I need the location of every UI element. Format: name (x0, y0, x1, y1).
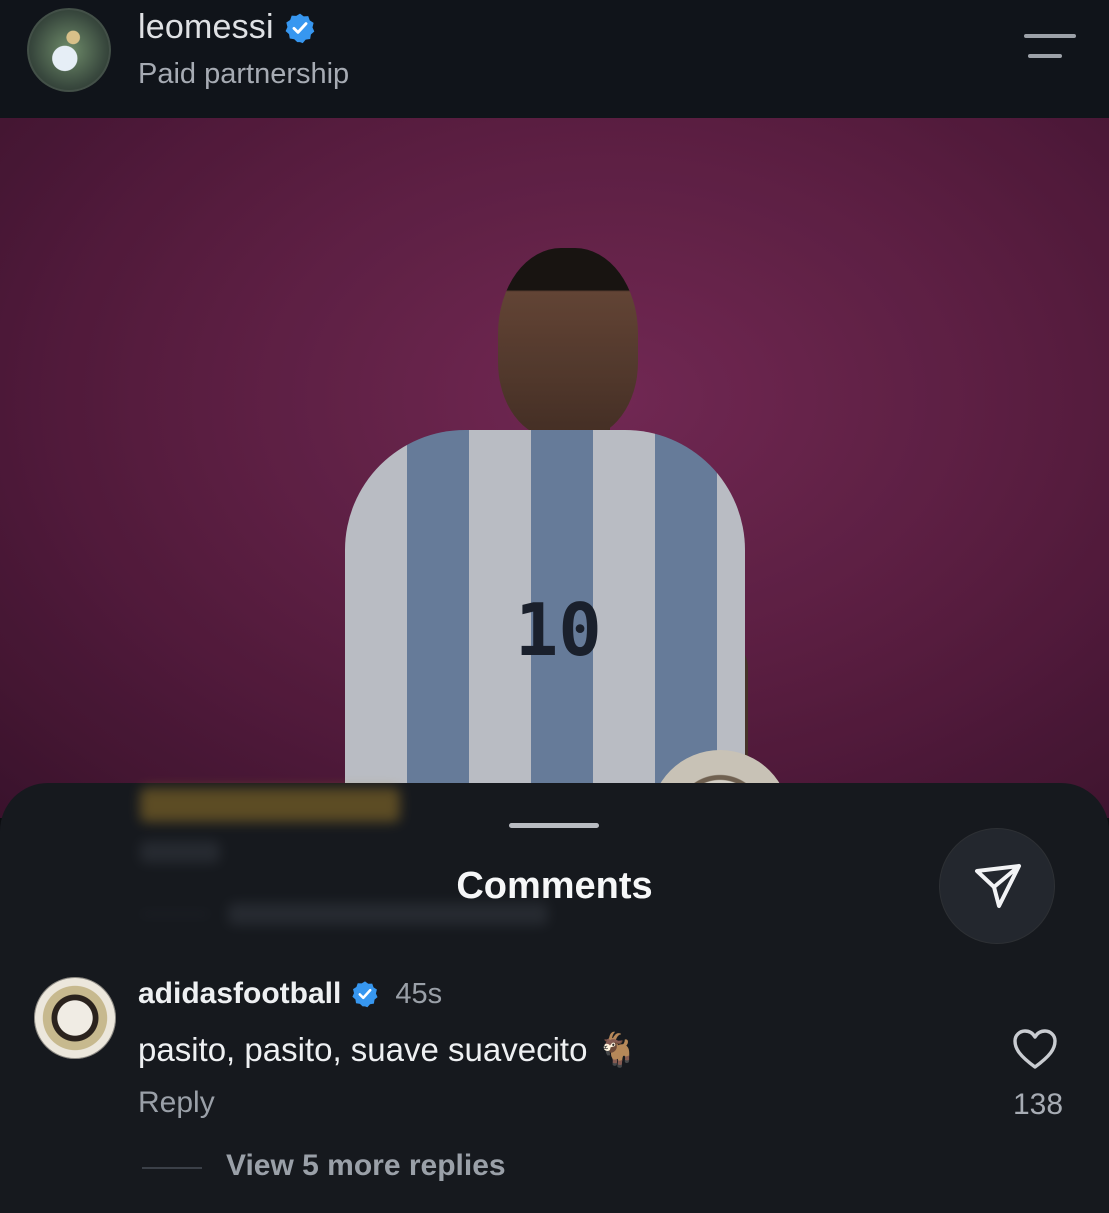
blurred-comment-header (140, 788, 400, 822)
verified-badge-icon (352, 981, 378, 1008)
blurred-comment-reply (140, 841, 220, 863)
verified-badge-icon (285, 13, 315, 43)
post-username[interactable]: leomessi (138, 8, 316, 47)
post-photo[interactable]: 10 (0, 118, 1109, 818)
username-text[interactable]: leomessi (138, 8, 274, 47)
commenter-avatar[interactable] (34, 977, 116, 1059)
comment-text: pasito, pasito, suave suavecito 🐐 (138, 1031, 638, 1068)
replies-divider (142, 1167, 202, 1169)
share-send-icon (975, 864, 1021, 908)
avatar-ring (27, 8, 111, 92)
profile-avatar[interactable] (27, 8, 111, 92)
share-button[interactable] (940, 829, 1054, 943)
view-replies-button[interactable]: View 5 more replies (226, 1149, 506, 1183)
commenter-username[interactable]: adidasfootball (138, 977, 341, 1011)
blurred-divider (140, 913, 210, 915)
comment-header: adidasfootball 45s (138, 977, 442, 1011)
photo-overlay (0, 118, 1109, 818)
comment-time: 45s (395, 977, 443, 1010)
sheet-grabber[interactable] (509, 823, 599, 828)
comments-sheet: Comments adidasfootball 45s pasito, pasi… (0, 783, 1109, 1213)
menu-line-bottom (1028, 54, 1062, 58)
paid-partnership-label[interactable]: Paid partnership (138, 58, 349, 91)
like-count: 138 (1012, 1088, 1064, 1121)
heart-icon[interactable] (1012, 1028, 1058, 1070)
menu-icon[interactable] (1024, 34, 1076, 62)
menu-line-top (1024, 34, 1076, 38)
reply-button[interactable]: Reply (138, 1086, 215, 1120)
post-header: leomessi Paid partnership (0, 0, 1109, 118)
